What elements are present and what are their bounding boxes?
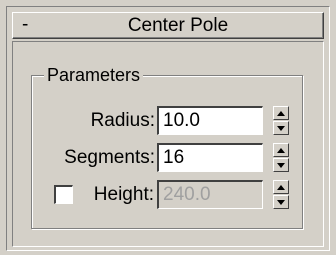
arrow-down-icon: [277, 200, 285, 205]
height-spin-down-button[interactable]: [273, 195, 289, 209]
parameters-group-label: Parameters: [44, 63, 144, 87]
radius-label: Radius:: [90, 110, 155, 131]
arrow-up-icon: [277, 111, 285, 116]
segments-label: Segments:: [64, 147, 155, 168]
height-spinner[interactable]: [273, 180, 289, 209]
height-input[interactable]: [157, 180, 263, 209]
collapse-icon: -: [22, 14, 29, 35]
rollout-title: Center Pole: [127, 15, 229, 36]
height-spin-up-button[interactable]: [273, 180, 289, 194]
height-checkbox[interactable]: [54, 185, 73, 204]
arrow-up-icon: [277, 185, 285, 190]
radius-spin-up-button[interactable]: [273, 106, 289, 120]
segments-spin-up-button[interactable]: [273, 143, 289, 157]
arrow-down-icon: [277, 163, 285, 168]
radius-spin-down-button[interactable]: [273, 121, 289, 135]
height-label: Height:: [93, 184, 154, 205]
segments-spinner[interactable]: [273, 143, 289, 172]
segments-spin-down-button[interactable]: [273, 158, 289, 172]
arrow-up-icon: [277, 148, 285, 153]
segments-input[interactable]: [157, 143, 263, 172]
radius-spinner[interactable]: [273, 106, 289, 135]
radius-input[interactable]: [157, 106, 263, 135]
arrow-down-icon: [277, 126, 285, 131]
